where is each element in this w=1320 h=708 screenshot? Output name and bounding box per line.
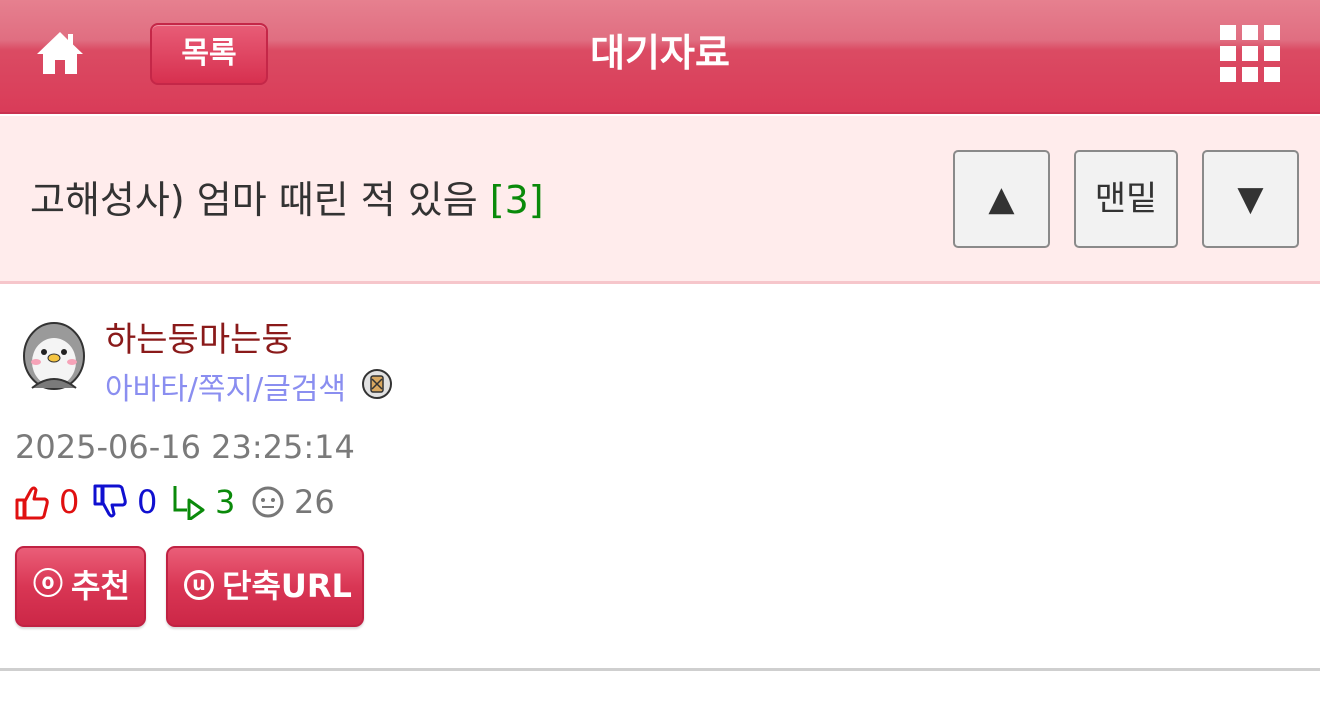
recommend-label: 추천 [71,567,130,605]
penguin-avatar-icon[interactable] [18,318,90,396]
post-date: 2025-06-16 23:25:14 [15,428,355,466]
top-header-bar: 목록 대기자료 [0,0,1320,114]
views-count: 26 [294,483,335,521]
list-button[interactable]: 목록 [150,23,268,85]
smiley-views-icon [252,486,284,518]
downvote-stat[interactable]: 0 [93,482,163,522]
post-title-bar: 고해성사) 엄마 때린 적 있음 [3] ▲ 맨밑 ▼ [0,116,1320,284]
upvote-stat[interactable]: 0 [15,482,85,522]
divider [0,668,1320,671]
thumbs-up-icon [15,486,49,520]
post-title: 고해성사) 엄마 때린 적 있음 [3] [30,116,544,284]
scroll-bottom-button[interactable]: 맨밑 [1074,150,1178,248]
author-links[interactable]: 아바타/쪽지/글검색 [105,364,346,408]
reply-stat[interactable]: 3 [171,482,251,522]
recommend-icon: ⓞ [33,567,63,602]
scroll-down-button[interactable]: ▼ [1202,150,1299,248]
reply-arrow-icon [173,486,205,520]
reply-count[interactable]: [3] [490,178,544,222]
author-name[interactable]: 하는둥마는둥 [105,312,293,361]
short-url-button[interactable]: u 단축URL [166,546,364,627]
views-stat: 26 [251,482,351,522]
short-url-label: 단축URL [222,567,352,605]
post-title-text: 고해성사) 엄마 때린 적 있음 [30,178,478,222]
recommend-button[interactable]: ⓞ 추천 [15,546,146,627]
thumbs-down-icon [93,484,127,518]
scroll-up-button[interactable]: ▲ [953,150,1050,248]
level-badge-icon [361,368,393,400]
upvote-count: 0 [59,483,80,521]
grid-menu-icon[interactable] [1218,24,1282,84]
reply-count-stat: 3 [215,483,236,521]
short-url-icon: u [184,570,214,600]
home-icon[interactable] [33,28,87,78]
downvote-count: 0 [137,483,158,521]
